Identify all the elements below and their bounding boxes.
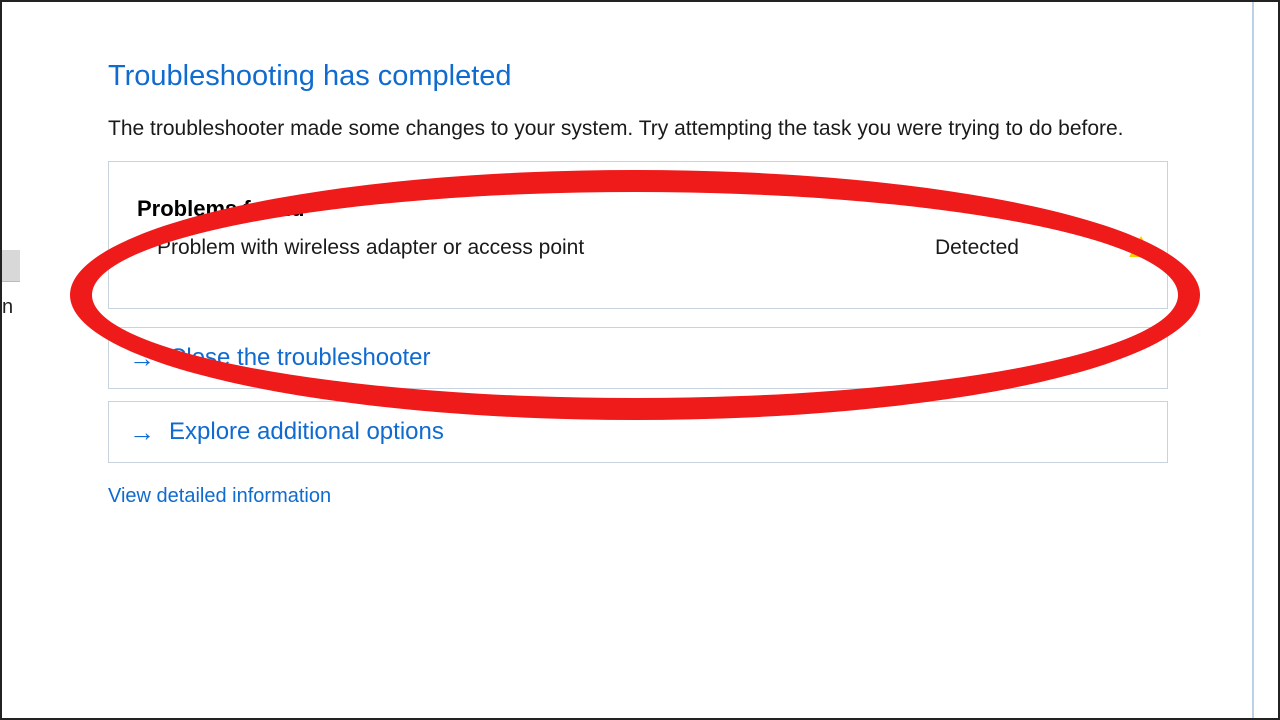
- explore-options-label: Explore additional options: [169, 418, 444, 446]
- close-troubleshooter-label: Close the troubleshooter: [169, 344, 431, 372]
- sidebar-selected-fragment: [0, 250, 20, 282]
- window-right-border: [1252, 0, 1254, 720]
- arrow-right-icon: →: [129, 345, 155, 371]
- explore-options-button[interactable]: → Explore additional options: [108, 401, 1168, 463]
- troubleshooter-main: Troubleshooting has completed The troubl…: [108, 60, 1168, 508]
- close-troubleshooter-button[interactable]: → Close the troubleshooter: [108, 327, 1168, 389]
- view-detailed-information-link[interactable]: View detailed information: [108, 485, 331, 508]
- sidebar-truncated-text: n: [2, 296, 13, 319]
- problems-found-box: Problems found Problem with wireless ada…: [108, 161, 1168, 309]
- problem-description: Problem with wireless adapter or access …: [157, 236, 935, 260]
- problem-row: Problem with wireless adapter or access …: [137, 236, 1139, 260]
- problems-heading: Problems found: [137, 196, 1139, 222]
- page-description: The troubleshooter made some changes to …: [108, 115, 1168, 143]
- arrow-right-icon: →: [129, 419, 155, 445]
- page-title: Troubleshooting has completed: [108, 60, 1168, 93]
- warning-triangle-icon: [1129, 236, 1153, 257]
- problem-status: Detected: [935, 236, 1019, 260]
